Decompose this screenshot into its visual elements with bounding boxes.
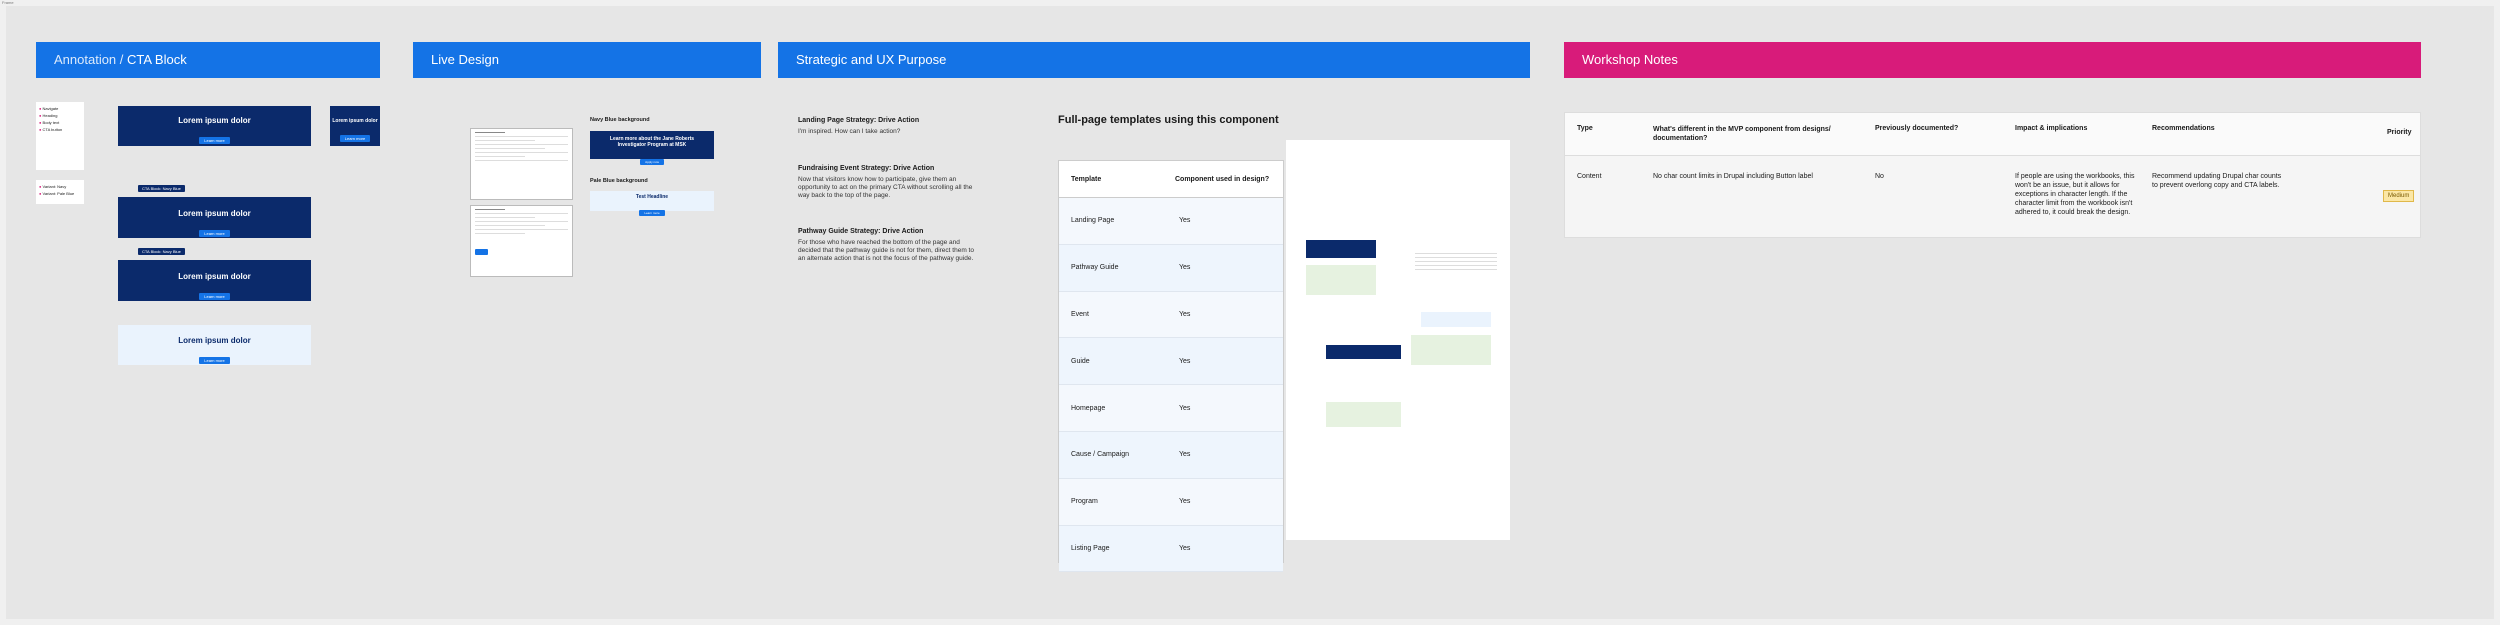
template-name: Pathway Guide	[1071, 264, 1119, 272]
row-type: Content	[1577, 173, 1602, 180]
cta-block-navy: Lorem ipsum dolor Learn more	[118, 197, 311, 238]
live-cta-pale-text: Test Headline	[635, 194, 669, 200]
template-name: Guide	[1071, 357, 1090, 365]
live-page-screenshot-2	[470, 205, 573, 277]
cta-button-mobile[interactable]: Learn more	[339, 135, 371, 142]
template-used: Yes	[1179, 404, 1191, 412]
template-used: Yes	[1179, 264, 1191, 272]
live-cta-pale-button[interactable]: Learn more	[639, 210, 665, 216]
cta-title: Lorem ipsum dolor	[178, 209, 251, 218]
template-used: Yes	[1179, 217, 1191, 225]
strategy-body: For those who have reached the bottom of…	[798, 239, 974, 262]
col-header-used: Component used in design?	[1175, 175, 1270, 183]
annotation-legend: ● Navigate ● Heading ● Body text ● CTA b…	[36, 102, 84, 170]
template-used: Yes	[1179, 498, 1191, 506]
strategy-body: Now that visitors know how to participat…	[798, 176, 973, 199]
legend-item: Navigate	[42, 106, 59, 111]
workshop-header: Workshop Notes	[1564, 42, 2421, 78]
legend-item: Heading	[42, 113, 58, 118]
row-documented: No	[1875, 173, 1884, 180]
live-page-screenshot	[470, 128, 573, 200]
variant-tab-navy: CTA Block: Navy Blue	[138, 185, 185, 192]
strategy-section-pathway: Pathway Guide Strategy: Drive Action For…	[798, 228, 978, 263]
cta-block-navy-2: Lorem ipsum dolor Learn more	[118, 260, 311, 301]
legend-item: CTA button	[42, 127, 63, 132]
annotation-header: Annotation / CTA Block	[36, 42, 380, 78]
live-cta-navy-text: Learn more about the Jane Roberts Invest…	[609, 136, 695, 148]
template-name: Cause / Campaign	[1071, 451, 1129, 459]
cta-button[interactable]: Learn more	[199, 293, 230, 300]
cta-title: Lorem ipsum dolor	[178, 272, 251, 281]
col-type: Type	[1577, 125, 1593, 132]
template-row: Cause / Campaign Yes	[1059, 431, 1283, 479]
template-row: Homepage Yes	[1059, 385, 1283, 432]
template-name: Homepage	[1071, 404, 1106, 412]
annotation-header-prefix: Annotation /	[54, 52, 127, 67]
strategy-title: Landing Page Strategy: Drive Action	[798, 117, 920, 124]
template-row: Guide Yes	[1059, 338, 1283, 386]
workshop-table-header: Type What's different in the MVP compone…	[1565, 113, 2420, 156]
annotation-legend-variants: ● Variant: Navy ● Variant: Pale Blue	[36, 180, 84, 204]
cta-title-mobile: Lorem ipsum dolor	[332, 118, 378, 124]
col-recommendation: Recommendations	[2152, 125, 2215, 132]
priority-badge: Medium	[2383, 190, 2415, 202]
template-used: Yes	[1179, 357, 1191, 365]
strategy-body: I'm inspired. How can I take action?	[798, 128, 901, 135]
strategy-section-landing: Landing Page Strategy: Drive Action I'm …	[798, 117, 978, 136]
col-priority: Priority	[2387, 129, 2412, 136]
template-row: Pathway Guide Yes	[1059, 244, 1283, 292]
cta-button[interactable]: Learn more	[199, 357, 230, 364]
live-design-header: Live Design	[413, 42, 761, 78]
cta-button[interactable]: Learn more	[199, 137, 230, 144]
live-cta-navy: Learn more about the Jane Roberts Invest…	[590, 131, 714, 165]
template-used: Yes	[1179, 310, 1191, 318]
col-documented: Previously documented?	[1875, 125, 1959, 132]
templates-title: Full-page templates using this component	[1058, 114, 1279, 126]
row-difference: No char count limits in Drupal including…	[1653, 173, 1813, 180]
canvas-label: Frame	[2, 0, 14, 5]
cta-block-navy-mobile: Lorem ipsum dolor Learn more	[330, 106, 380, 146]
navy-bg-label: Navy Blue background	[590, 117, 650, 123]
col-difference: What's different in the MVP component fr…	[1653, 126, 1831, 142]
legend-variant: Variant: Navy	[42, 184, 67, 189]
template-used: Yes	[1179, 451, 1191, 459]
template-row: Landing Page Yes	[1059, 198, 1283, 245]
strategic-header: Strategic and UX Purpose	[778, 42, 1530, 78]
template-name: Program	[1071, 498, 1098, 506]
row-impact: If people are using the workbooks, this …	[2015, 173, 2135, 216]
col-impact: Impact & implications	[2015, 125, 2088, 132]
template-row: Listing Page Yes	[1059, 525, 1283, 573]
cta-block-navy-annotated: Lorem ipsum dolor Learn more	[118, 106, 311, 146]
strategy-title: Fundraising Event Strategy: Drive Action	[798, 165, 935, 172]
workshop-table: Type What's different in the MVP compone…	[1564, 112, 2421, 238]
cta-button[interactable]: Learn more	[199, 230, 230, 237]
cta-title: Lorem ipsum dolor	[178, 116, 251, 125]
template-row: Event Yes	[1059, 291, 1283, 339]
template-row: Program Yes	[1059, 478, 1283, 526]
strategy-section-fundraising: Fundraising Event Strategy: Drive Action…	[798, 165, 978, 200]
cta-title: Lorem ipsum dolor	[178, 336, 251, 345]
template-name: Landing Page	[1071, 217, 1115, 225]
pale-bg-label: Pale Blue background	[590, 178, 648, 184]
row-recommendation: Recommend updating Drupal char counts to…	[2152, 173, 2282, 189]
workshop-row: Content No char count limits in Drupal i…	[1565, 156, 2420, 238]
legend-variant: Variant: Pale Blue	[42, 191, 75, 196]
annotation-header-title: CTA Block	[127, 52, 187, 67]
full-page-template-screenshot	[1286, 140, 1510, 540]
template-name: Listing Page	[1071, 544, 1110, 552]
cta-block-pale-blue: Lorem ipsum dolor Learn more	[118, 325, 311, 365]
strategy-title: Pathway Guide Strategy: Drive Action	[798, 228, 924, 235]
templates-table-header: Template Component used in design?	[1059, 161, 1283, 198]
live-cta-pale: Test Headline Learn more	[590, 191, 714, 216]
variant-tab-navy-alt: CTA Block: Navy Blue	[138, 248, 185, 255]
template-used: Yes	[1179, 544, 1191, 552]
col-header-template: Template	[1071, 175, 1102, 183]
template-name: Event	[1071, 310, 1089, 318]
templates-table: Template Component used in design? Landi…	[1058, 160, 1284, 573]
live-cta-navy-button[interactable]: Apply now	[640, 159, 664, 165]
legend-item: Body text	[42, 120, 60, 125]
